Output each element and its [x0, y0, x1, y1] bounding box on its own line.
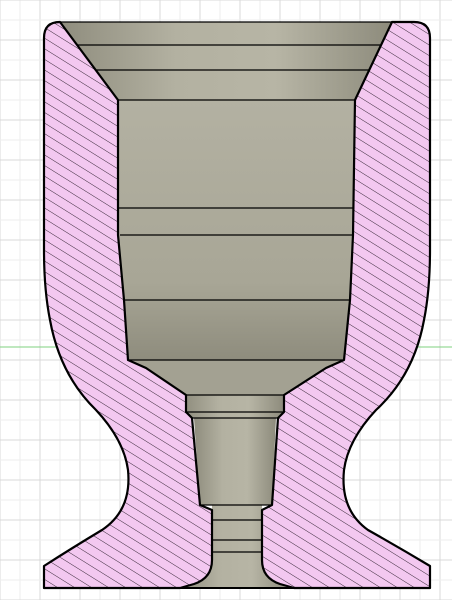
bore-bowl-surface — [118, 100, 355, 360]
bore-neck-step-surface — [184, 395, 284, 418]
section-view-canvas[interactable] — [0, 0, 452, 600]
cad-viewport[interactable] — [0, 0, 452, 600]
bore-neck-surface — [194, 418, 276, 505]
